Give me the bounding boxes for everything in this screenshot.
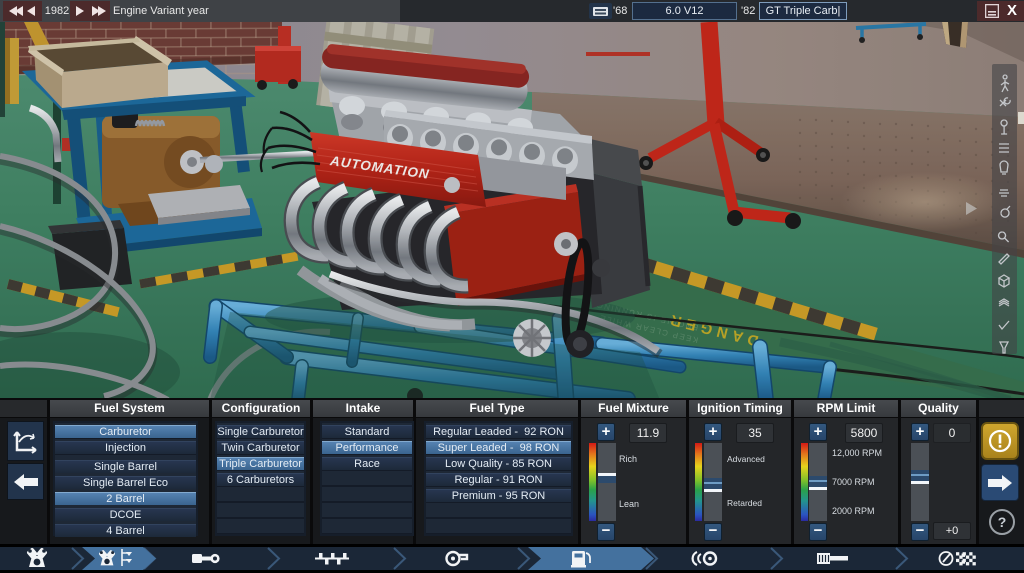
- svg-text:?: ?: [998, 514, 1007, 530]
